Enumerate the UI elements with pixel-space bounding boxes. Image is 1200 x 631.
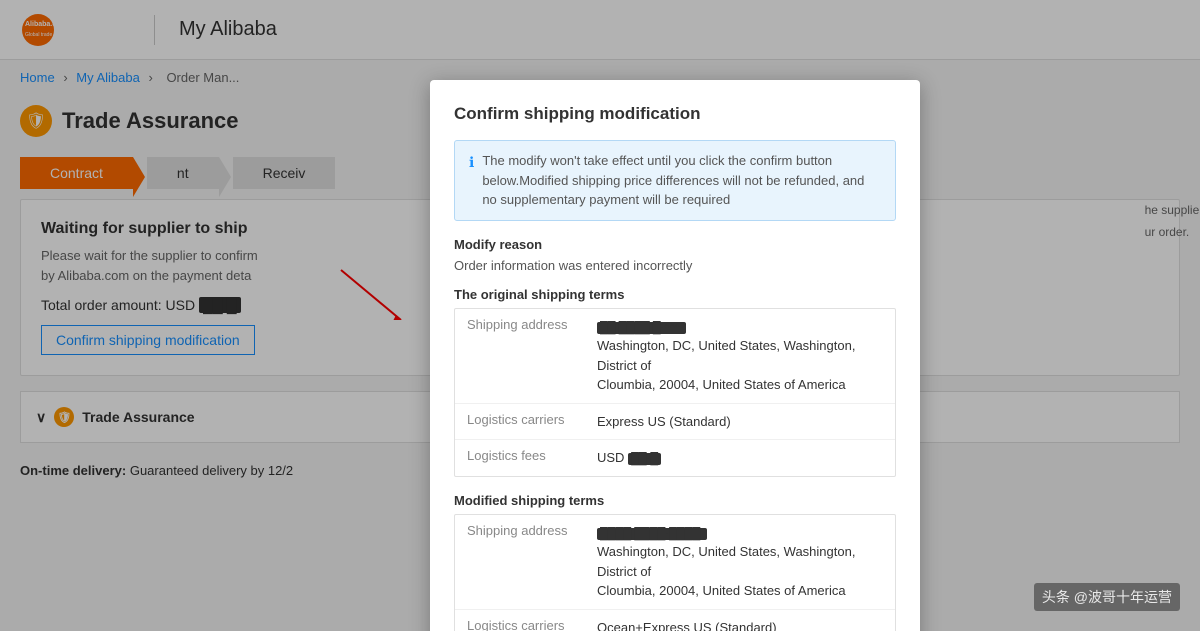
- modify-reason-label: Modify reason: [454, 237, 896, 252]
- original-fees-label: Logistics fees: [467, 448, 587, 468]
- modified-carriers-value: Ocean+Express US (Standard): [597, 618, 777, 631]
- modal-info-box: ℹ The modify won't take effect until you…: [454, 140, 896, 221]
- modify-reason-value: Order information was entered incorrectl…: [454, 258, 896, 273]
- original-shipping-table: Shipping address ██ ████ █·^^^· Washingt…: [454, 308, 896, 477]
- shipping-modification-modal: Confirm shipping modification ℹ The modi…: [430, 80, 920, 631]
- original-fees-masked: ██·█: [628, 453, 661, 465]
- original-address-value: ██ ████ █·^^^· Washington, DC, United St…: [597, 317, 883, 395]
- original-carriers-label: Logistics carriers: [467, 412, 587, 432]
- modal-info-text: The modify won't take effect until you c…: [482, 151, 881, 210]
- modal-title: Confirm shipping modification: [454, 104, 896, 124]
- modified-address-masked: ████ ████·████·: [597, 528, 707, 540]
- original-address-row: Shipping address ██ ████ █·^^^· Washingt…: [455, 309, 895, 404]
- original-fees-value: USD ██·█: [597, 448, 661, 468]
- modified-address-row: Shipping address ████ ████·████· Washing…: [455, 515, 895, 610]
- original-shipping-label: The original shipping terms: [454, 287, 896, 302]
- original-address-masked: ██ ████ █·^^^·: [597, 322, 686, 334]
- modified-shipping-table: Shipping address ████ ████·████· Washing…: [454, 514, 896, 631]
- modified-carriers-row: Logistics carriers Ocean+Express US (Sta…: [455, 610, 895, 631]
- watermark: 头条 @波哥十年运营: [1034, 583, 1180, 611]
- info-icon: ℹ: [469, 152, 474, 210]
- original-fees-row: Logistics fees USD ██·█: [455, 440, 895, 476]
- original-carriers-value: Express US (Standard): [597, 412, 731, 432]
- original-address-label: Shipping address: [467, 317, 587, 395]
- modified-address-label: Shipping address: [467, 523, 587, 601]
- modified-address-value: ████ ████·████· Washington, DC, United S…: [597, 523, 883, 601]
- original-carriers-row: Logistics carriers Express US (Standard): [455, 404, 895, 441]
- modified-carriers-label: Logistics carriers: [467, 618, 587, 631]
- modified-shipping-label: Modified shipping terms: [454, 493, 896, 508]
